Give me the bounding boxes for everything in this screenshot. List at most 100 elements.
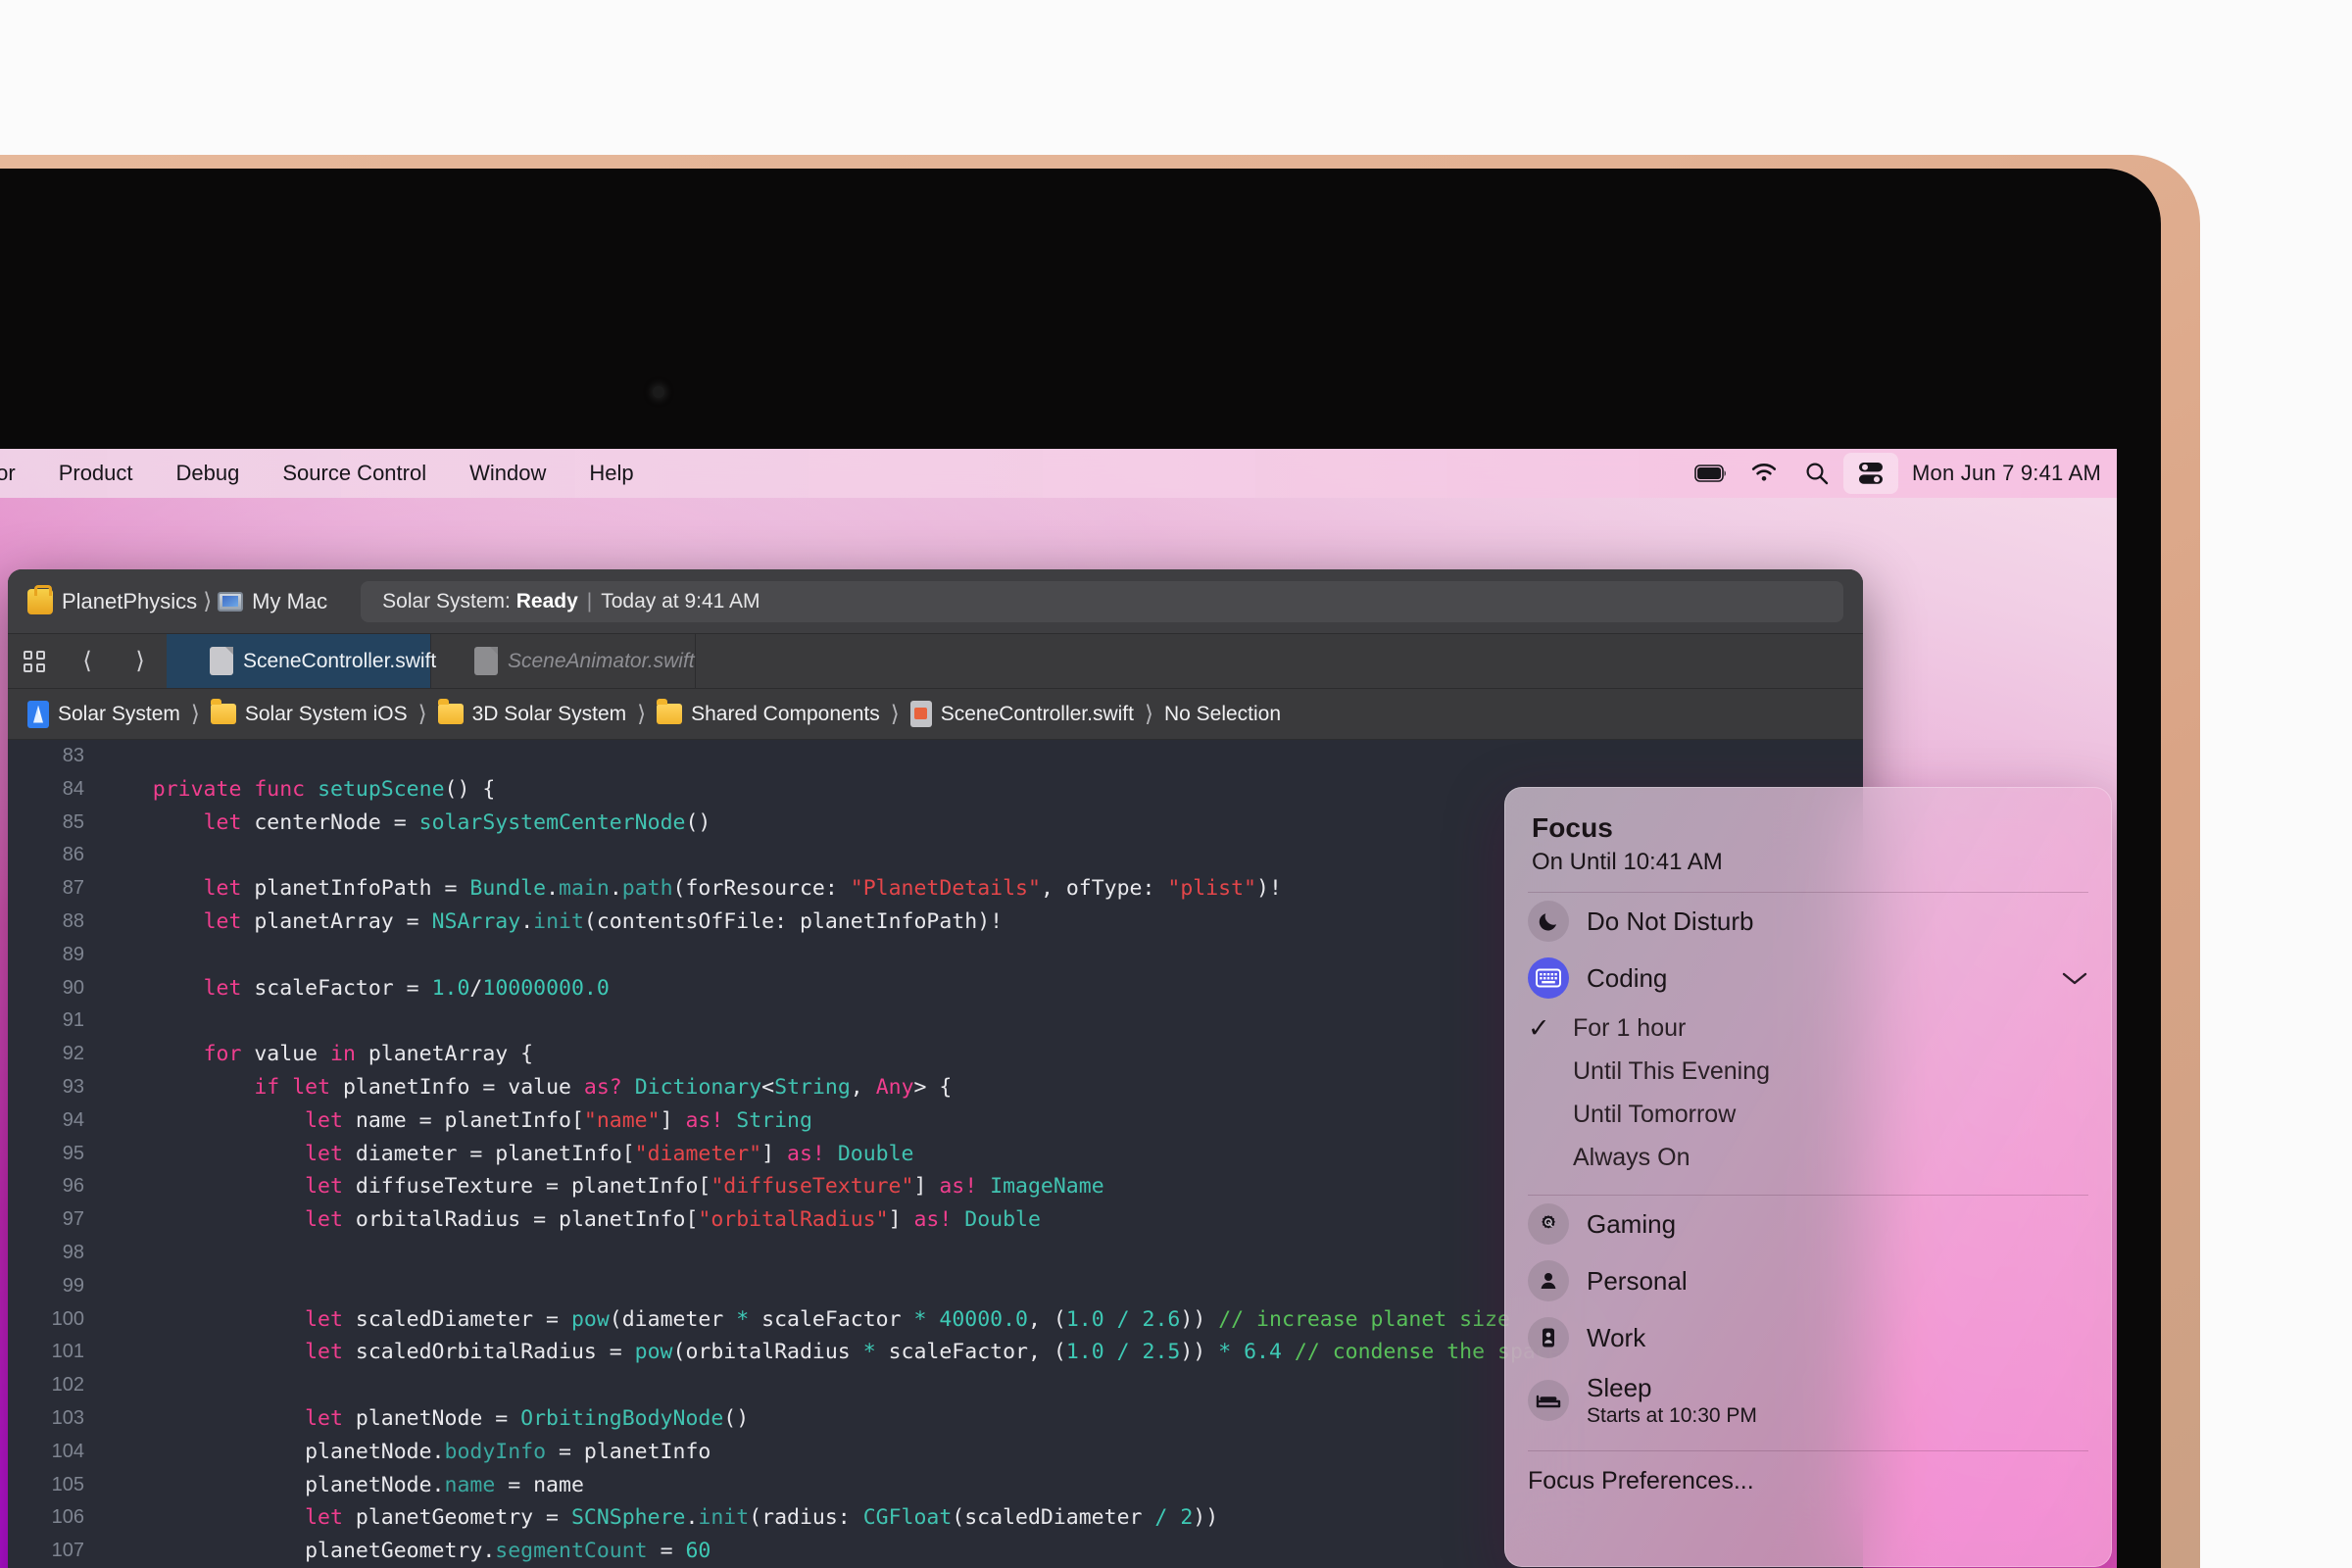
control-center-icon[interactable] — [1843, 453, 1899, 494]
focus-mode-coding[interactable]: Coding — [1504, 950, 2112, 1006]
focus-mode-personal[interactable]: Personal — [1504, 1252, 2112, 1309]
focus-header: Focus On Until 10:41 AM — [1504, 787, 2112, 876]
code-text: if let planetInfo = value as? Dictionary… — [254, 1074, 953, 1100]
line-number: 83 — [62, 745, 84, 766]
laptop-chassis: PlanetPhysics ⟩ My Mac Solar System: Rea… — [0, 155, 2200, 1568]
swift-file-icon — [909, 701, 932, 727]
duration-label: Until Tomorrow — [1573, 1100, 1737, 1128]
menu-bar-clock[interactable]: Mon Jun 7 9:41 AM — [1898, 461, 2101, 486]
breadcrumb-item-group-1[interactable]: Solar System iOS — [210, 699, 408, 726]
line-number: 95 — [62, 1142, 84, 1164]
scheme-selector[interactable]: PlanetPhysics — [27, 584, 198, 614]
tab-label: SceneAnimator.swift — [508, 649, 695, 672]
person-icon — [1528, 1260, 1569, 1301]
line-number: 93 — [62, 1075, 84, 1098]
grid-icon — [24, 650, 45, 672]
focus-popover: Focus On Until 10:41 AM Do Not Disturb C… — [1504, 787, 2112, 1567]
menu-item-source-control[interactable]: Source Control — [261, 463, 448, 484]
destination-name: My Mac — [252, 588, 328, 613]
code-text: let planetNode = OrbitingBodyNode() — [305, 1405, 750, 1431]
facetime-camera — [653, 386, 664, 398]
menu-item-help[interactable]: Help — [567, 463, 655, 484]
swift-file-icon — [474, 647, 498, 675]
folder-icon — [210, 699, 236, 724]
activity-status-bar[interactable]: Solar System: Ready | Today at 9:41 AM — [361, 580, 1843, 622]
focus-mode-do-not-disturb[interactable]: Do Not Disturb — [1504, 893, 2112, 950]
breadcrumb-label: Solar System — [58, 702, 180, 725]
code-text: let scaledOrbitalRadius = pow(orbitalRad… — [305, 1340, 1561, 1365]
tab-sceneanimator-swift[interactable]: SceneAnimator.swift — [431, 634, 696, 688]
breadcrumb-item-selection[interactable]: No Selection — [1164, 703, 1281, 726]
status-state: Ready — [515, 589, 578, 612]
focus-mode-label: Sleep — [1587, 1373, 1652, 1402]
code-text: let planetInfoPath = Bundle.main.path(fo… — [203, 876, 1282, 902]
focus-mode-sleep[interactable]: Sleep Starts at 10:30 PM — [1504, 1366, 2112, 1435]
keyboard-icon — [1528, 957, 1569, 999]
focus-subtitle: On Until 10:41 AM — [1532, 849, 1723, 875]
duration-option-always-on[interactable]: Always On — [1504, 1136, 2112, 1179]
xcode-project-icon — [27, 700, 49, 728]
menu-bar-items: tor Product Debug Source Control Window … — [0, 463, 656, 484]
line-number: 94 — [62, 1108, 84, 1131]
code-text: planetNode.name = name — [102, 1472, 584, 1497]
tab-scenecontroller-swift[interactable]: SceneController.swift — [167, 634, 436, 688]
wifi-icon[interactable] — [1738, 449, 1790, 498]
duration-option-until-this-evening[interactable]: Until This Evening — [1504, 1050, 2112, 1093]
menu-bar: tor Product Debug Source Control Window … — [0, 449, 2117, 498]
screen: PlanetPhysics ⟩ My Mac Solar System: Rea… — [0, 449, 2117, 1568]
focus-title: Focus — [1532, 812, 1613, 843]
checkmark-icon: ✓ — [1528, 1012, 1550, 1043]
breadcrumb-label: SceneController.swift — [940, 702, 1134, 725]
menu-bar-status-items: Mon Jun 7 9:41 AM — [1685, 449, 2117, 498]
code-text: private func setupScene() { — [152, 776, 496, 802]
breadcrumb-item-project[interactable]: Solar System — [27, 700, 180, 728]
line-number: 100 — [51, 1307, 84, 1330]
scheme-name: PlanetPhysics — [62, 588, 198, 613]
line-number: 104 — [51, 1440, 84, 1462]
menu-item-debug[interactable]: Debug — [155, 463, 262, 484]
editor-options-button[interactable] — [8, 634, 61, 688]
breadcrumb-chevron-icon: ⟩ — [637, 701, 647, 726]
line-number: 84 — [62, 777, 84, 800]
line-number: 103 — [51, 1406, 84, 1429]
line-number: 101 — [51, 1341, 84, 1363]
code-text: let diameter = planetInfo["diameter"] as… — [305, 1141, 914, 1166]
battery-icon[interactable] — [1685, 449, 1738, 498]
line-number: 87 — [62, 877, 84, 900]
badge-icon — [1528, 1317, 1569, 1358]
duration-option-until-tomorrow[interactable]: Until Tomorrow — [1504, 1093, 2112, 1136]
focus-mode-label: Coding — [1587, 962, 1668, 993]
line-number: 92 — [62, 1043, 84, 1065]
search-icon[interactable] — [1790, 449, 1843, 498]
xcode-tab-bar: ⟨ ⟩ SceneController.swift SceneAnimator.… — [8, 634, 1863, 689]
duration-option-for-1-hour[interactable]: ✓ For 1 hour — [1504, 1006, 2112, 1050]
breadcrumb-label: Solar System iOS — [244, 702, 408, 725]
line-number: 105 — [51, 1473, 84, 1495]
line-number: 90 — [62, 976, 84, 999]
chevron-down-icon[interactable] — [2061, 970, 2088, 986]
navigate-back-button[interactable]: ⟨ — [61, 634, 114, 688]
breadcrumb-item-file[interactable]: SceneController.swift — [909, 701, 1134, 727]
tab-label: SceneController.swift — [243, 649, 437, 672]
status-prefix: Solar System: — [382, 589, 511, 612]
navigate-forward-button[interactable]: ⟩ — [114, 634, 167, 688]
status-divider: | — [586, 589, 593, 612]
code-line[interactable]: 83 — [8, 740, 1863, 773]
line-number: 89 — [62, 943, 84, 965]
breadcrumb-label: Shared Components — [691, 702, 880, 725]
display-bezel: PlanetPhysics ⟩ My Mac Solar System: Rea… — [0, 169, 2161, 1568]
breadcrumb-chevron-icon: ⟩ — [1144, 701, 1153, 726]
destination-selector[interactable]: My Mac — [218, 589, 327, 614]
duration-label: Until This Evening — [1573, 1056, 1771, 1085]
focus-preferences-link[interactable]: Focus Preferences... — [1504, 1451, 2112, 1495]
focus-mode-gaming[interactable]: Gaming — [1504, 1196, 2112, 1252]
menu-item-editor[interactable]: tor — [0, 463, 37, 484]
menu-item-product[interactable]: Product — [37, 463, 155, 484]
menu-item-window[interactable]: Window — [448, 463, 567, 484]
breadcrumb-item-group-2[interactable]: 3D Solar System — [437, 699, 626, 726]
focus-mode-work[interactable]: Work — [1504, 1309, 2112, 1366]
breadcrumb-item-group-3[interactable]: Shared Components — [657, 699, 880, 726]
code-text: let orbitalRadius = planetInfo["orbitalR… — [305, 1207, 1041, 1233]
mac-device-icon — [218, 591, 244, 612]
gear-icon — [1528, 1203, 1569, 1245]
